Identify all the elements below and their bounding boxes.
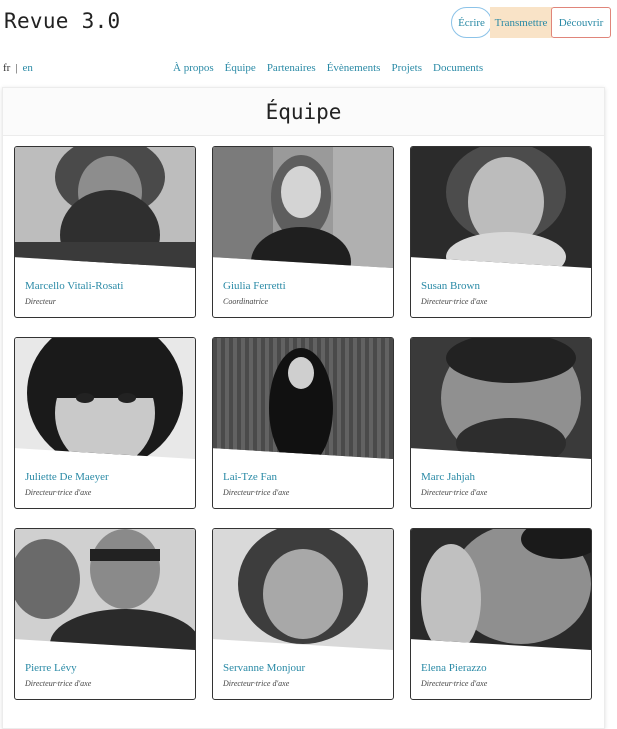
member-role: Directeur·trice d'axe bbox=[421, 679, 488, 688]
member-photo bbox=[411, 529, 591, 650]
member-card[interactable]: Pierre Lévy Directeur·trice d'axe bbox=[14, 528, 196, 700]
member-card[interactable]: Servanne Monjour Directeur·trice d'axe bbox=[212, 528, 394, 700]
nav-evenements[interactable]: Évènements bbox=[327, 62, 381, 74]
member-card[interactable]: Elena Pierazzo Directeur·trice d'axe bbox=[410, 528, 592, 700]
member-role: Directeur·trice d'axe bbox=[421, 297, 488, 306]
site-brand[interactable]: Revue 3.0 bbox=[4, 9, 121, 33]
ecrire-button[interactable]: Écrire bbox=[451, 7, 492, 38]
member-name[interactable]: Servanne Monjour bbox=[223, 662, 305, 674]
member-photo bbox=[15, 529, 195, 650]
page-title: Équipe bbox=[3, 88, 604, 136]
member-photo bbox=[15, 147, 195, 268]
member-card[interactable]: Lai-Tze Fan Directeur·trice d'axe bbox=[212, 337, 394, 509]
nav-a-propos[interactable]: À propos bbox=[173, 62, 214, 74]
member-photo bbox=[213, 338, 393, 459]
nav-equipe[interactable]: Équipe bbox=[225, 62, 256, 74]
member-role: Directeur bbox=[25, 297, 56, 306]
lang-current: fr bbox=[3, 62, 11, 74]
member-photo bbox=[411, 147, 591, 268]
member-card[interactable]: Juliette De Maeyer Directeur·trice d'axe bbox=[14, 337, 196, 509]
member-name[interactable]: Marcello Vitali-Rosati bbox=[25, 280, 123, 292]
member-name[interactable]: Lai-Tze Fan bbox=[223, 471, 277, 483]
nav-documents[interactable]: Documents bbox=[433, 62, 483, 74]
lang-separator: | bbox=[15, 62, 18, 74]
member-role: Directeur·trice d'axe bbox=[25, 488, 92, 497]
member-photo bbox=[15, 338, 195, 459]
lang-link-en[interactable]: en bbox=[23, 62, 33, 74]
main-nav: À propos Équipe Partenaires Évènements P… bbox=[173, 62, 483, 74]
member-role: Directeur·trice d'axe bbox=[223, 679, 290, 688]
member-card[interactable]: Susan Brown Directeur·trice d'axe bbox=[410, 146, 592, 318]
transmettre-button[interactable]: Transmettre bbox=[490, 7, 552, 38]
member-photo bbox=[213, 529, 393, 650]
member-role: Coordinatrice bbox=[223, 297, 269, 306]
decouvrir-button[interactable]: Découvrir bbox=[551, 7, 611, 38]
member-photo bbox=[213, 147, 393, 268]
member-name[interactable]: Pierre Lévy bbox=[25, 662, 77, 674]
member-role: Directeur·trice d'axe bbox=[25, 679, 92, 688]
member-role: Directeur·trice d'axe bbox=[223, 488, 290, 497]
nav-projets[interactable]: Projets bbox=[391, 62, 422, 74]
member-name[interactable]: Marc Jahjah bbox=[421, 471, 475, 483]
member-card[interactable]: Giulia Ferretti Coordinatrice bbox=[212, 146, 394, 318]
language-switcher: fr | en bbox=[3, 62, 33, 74]
member-name[interactable]: Juliette De Maeyer bbox=[25, 471, 109, 483]
member-card[interactable]: Marc Jahjah Directeur·trice d'axe bbox=[410, 337, 592, 509]
member-name[interactable]: Susan Brown bbox=[421, 280, 480, 292]
nav-partenaires[interactable]: Partenaires bbox=[267, 62, 316, 74]
member-name[interactable]: Elena Pierazzo bbox=[421, 662, 487, 674]
member-photo bbox=[411, 338, 591, 459]
member-card[interactable]: Marcello Vitali-Rosati Directeur bbox=[14, 146, 196, 318]
member-name[interactable]: Giulia Ferretti bbox=[223, 280, 286, 292]
member-role: Directeur·trice d'axe bbox=[421, 488, 488, 497]
